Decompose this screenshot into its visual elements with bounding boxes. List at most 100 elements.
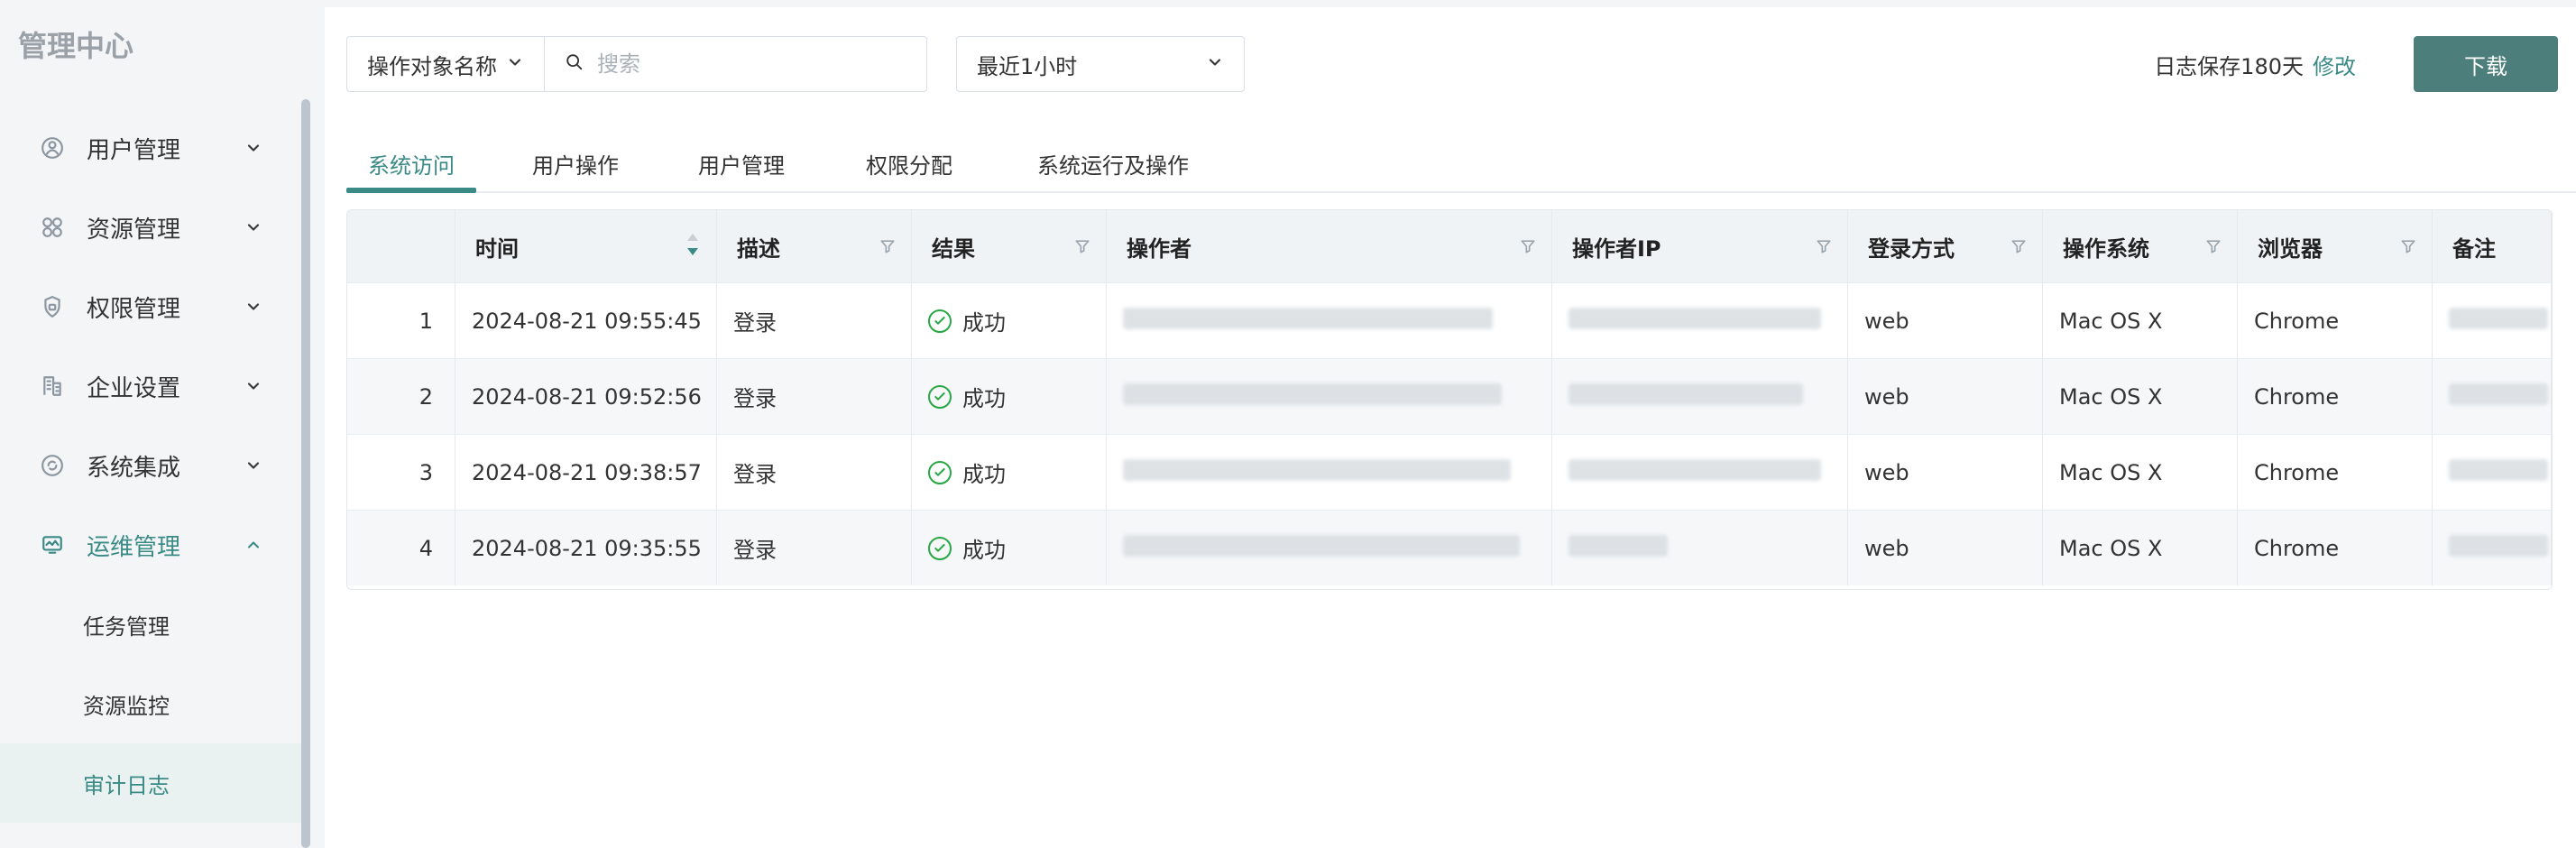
- filter-icon[interactable]: [2399, 235, 2417, 253]
- row-result: 成功: [912, 282, 1107, 358]
- row-operator-ip: [1552, 282, 1848, 358]
- toolbar: 操作对象名称 最近1小时 日志保存180天 修改: [346, 36, 2558, 92]
- success-check-icon: [928, 309, 952, 333]
- sidebar-item-system-integration[interactable]: 系统集成: [0, 426, 301, 505]
- row-time: 2024-08-21 09:55:45: [455, 282, 717, 358]
- filter-icon[interactable]: [1815, 235, 1833, 253]
- row-login-method: web: [1848, 282, 2043, 358]
- row-note: [2433, 358, 2552, 434]
- header-time-label: 时间: [475, 235, 519, 262]
- tab-permission-assignment[interactable]: 权限分配: [866, 135, 952, 191]
- row-note: [2433, 434, 2552, 510]
- redacted-ip: [1569, 383, 1803, 405]
- chevron-down-icon: [1206, 53, 1224, 75]
- row-result: 成功: [912, 358, 1107, 434]
- redacted-operator: [1123, 307, 1493, 329]
- sidebar-item-enterprise-settings[interactable]: 企业设置: [0, 346, 301, 426]
- row-description: 登录: [717, 434, 912, 510]
- sidebar-item-label: 资源管理: [87, 216, 181, 244]
- redacted-ip: [1569, 534, 1668, 557]
- filter-icon[interactable]: [879, 235, 897, 253]
- retention-text: 日志保存180天: [2154, 53, 2304, 79]
- redacted-ip: [1569, 307, 1821, 329]
- search-icon: [565, 52, 584, 76]
- redacted-operator: [1123, 534, 1520, 557]
- app-root: 管理中心 用户管理 资源管理 权限管理 企业设置 系统集成 运维管理 任务管理 …: [0, 0, 2576, 848]
- table-header-row: 时间 描述 结果 操作者 操作者IP 登录方式 操作系统 浏览器 备注: [347, 210, 2552, 282]
- ops-submenu: 任务管理 资源监控 审计日志: [0, 585, 301, 823]
- header-os-label: 操作系统: [2063, 235, 2149, 262]
- filter-icon[interactable]: [2010, 235, 2028, 253]
- tab-user-management[interactable]: 用户管理: [698, 135, 785, 191]
- sidebar-item-label: 用户管理: [87, 136, 181, 164]
- table-row[interactable]: 3 2024-08-21 09:38:57 登录 成功 web Mac OS X…: [347, 434, 2552, 510]
- target-select[interactable]: 操作对象名称: [346, 36, 545, 92]
- header-result-label: 结果: [932, 235, 975, 262]
- redacted-note: [2449, 307, 2548, 329]
- header-operator: 操作者: [1107, 210, 1552, 282]
- redacted-note: [2449, 383, 2548, 405]
- tab-system-runtime[interactable]: 系统运行及操作: [1037, 135, 1189, 191]
- table-row[interactable]: 2 2024-08-21 09:52:56 登录 成功 web Mac OS X…: [347, 358, 2552, 434]
- row-browser: Chrome: [2238, 434, 2433, 510]
- header-note: 备注: [2433, 210, 2552, 282]
- result-text: 成功: [962, 310, 1006, 336]
- app-title: 管理中心: [18, 29, 134, 63]
- success-check-icon: [928, 384, 952, 409]
- row-index: 2: [347, 358, 455, 434]
- submenu-item-audit-log[interactable]: 审计日志: [0, 743, 301, 823]
- sidebar: 管理中心 用户管理 资源管理 权限管理 企业设置 系统集成 运维管理 任务管理 …: [0, 0, 310, 848]
- sort-icon[interactable]: [685, 232, 700, 257]
- table-row[interactable]: 1 2024-08-21 09:55:45 登录 成功 web Mac OS X…: [347, 282, 2552, 358]
- sidebar-menu: 用户管理 资源管理 权限管理 企业设置 系统集成 运维管理 任务管理 资源监控 …: [0, 108, 301, 823]
- chevron-down-icon: [244, 217, 263, 237]
- chevron-down-icon: [244, 297, 263, 317]
- chevron-up-icon: [244, 535, 263, 555]
- time-range-value: 最近1小时: [977, 53, 1078, 79]
- chevron-down-icon: [506, 53, 524, 75]
- redacted-operator: [1123, 383, 1502, 405]
- result-text: 成功: [962, 538, 1006, 563]
- tab-system-access[interactable]: 系统访问: [368, 135, 455, 191]
- log-table: 时间 描述 结果 操作者 操作者IP 登录方式 操作系统 浏览器 备注 1 20…: [346, 209, 2553, 590]
- row-os: Mac OS X: [2043, 434, 2238, 510]
- row-description: 登录: [717, 282, 912, 358]
- row-browser: Chrome: [2238, 358, 2433, 434]
- table-row[interactable]: 4 2024-08-21 09:35:55 登录 成功 web Mac OS X…: [347, 510, 2552, 585]
- monitor-icon: [40, 532, 65, 558]
- header-description-label: 描述: [737, 235, 780, 262]
- sidebar-item-user-management[interactable]: 用户管理: [0, 108, 301, 188]
- submenu-item-task-management[interactable]: 任务管理: [83, 585, 301, 664]
- user-icon: [40, 135, 65, 161]
- search-input[interactable]: [595, 51, 906, 78]
- row-index: 3: [347, 434, 455, 510]
- row-description: 登录: [717, 510, 912, 585]
- row-index: 1: [347, 282, 455, 358]
- header-note-label: 备注: [2452, 235, 2496, 262]
- sidebar-scrollbar[interactable]: [301, 99, 310, 848]
- chevron-down-icon: [244, 138, 263, 158]
- row-operator: [1107, 510, 1552, 585]
- header-time[interactable]: 时间: [455, 210, 717, 282]
- filter-icon[interactable]: [1519, 235, 1537, 253]
- row-login-method: web: [1848, 434, 2043, 510]
- row-description: 登录: [717, 358, 912, 434]
- header-operator-ip: 操作者IP: [1552, 210, 1848, 282]
- tab-user-operations[interactable]: 用户操作: [532, 135, 619, 191]
- row-time: 2024-08-21 09:52:56: [455, 358, 717, 434]
- time-range-select[interactable]: 最近1小时: [956, 36, 1245, 92]
- retention-edit-link[interactable]: 修改: [2313, 49, 2356, 80]
- target-select-value: 操作对象名称: [367, 53, 497, 79]
- download-button[interactable]: 下载: [2414, 36, 2558, 92]
- sidebar-item-resource-management[interactable]: 资源管理: [0, 188, 301, 267]
- row-operator-ip: [1552, 510, 1848, 585]
- result-text: 成功: [962, 462, 1006, 487]
- filter-icon[interactable]: [1073, 235, 1091, 253]
- sidebar-item-permission-management[interactable]: 权限管理: [0, 267, 301, 346]
- header-operator-ip-label: 操作者IP: [1572, 235, 1661, 262]
- filter-icon[interactable]: [2204, 235, 2222, 253]
- submenu-item-resource-monitor[interactable]: 资源监控: [83, 664, 301, 743]
- header-os: 操作系统: [2043, 210, 2238, 282]
- sidebar-item-ops-management[interactable]: 运维管理: [0, 505, 301, 585]
- row-browser: Chrome: [2238, 510, 2433, 585]
